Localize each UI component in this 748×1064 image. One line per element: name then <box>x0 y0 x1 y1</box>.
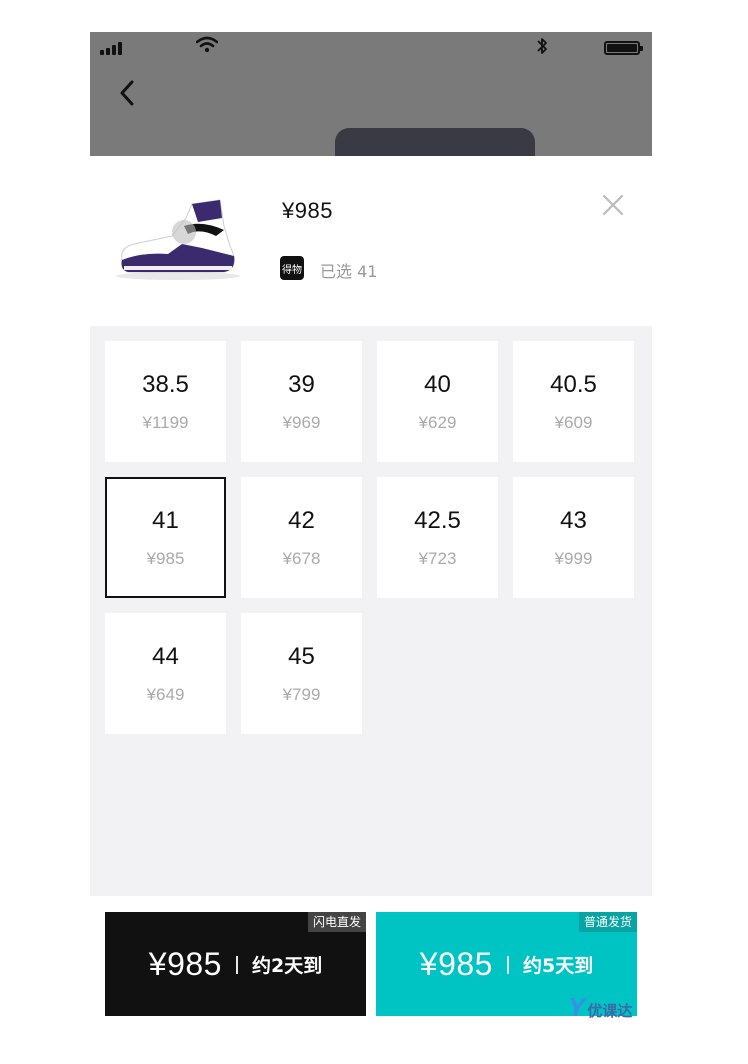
size-value: 40.5 <box>550 370 597 398</box>
fast-delivery-tag: 闪电直发 <box>307 912 366 932</box>
brand-logo-icon: 得物 <box>280 256 304 280</box>
size-selection-screen: ¥985 得物 已选 41 38.5 ¥1199 39 ¥969 40 ¥629 40… <box>90 32 652 1032</box>
size-grid-panel: 38.5 ¥1199 39 ¥969 40 ¥629 40.5 ¥609 41 ¥985 … <box>90 326 652 896</box>
size-price: ¥649 <box>146 684 185 704</box>
size-price: ¥629 <box>418 412 457 432</box>
size-price: ¥678 <box>282 548 321 568</box>
size-price: ¥799 <box>282 684 321 704</box>
size-option[interactable]: 40 ¥629 <box>377 341 498 462</box>
size-value: 43 <box>560 506 587 534</box>
size-value: 45 <box>288 642 315 670</box>
dimmed-product-header[interactable] <box>90 32 652 156</box>
battery-icon <box>604 41 643 55</box>
size-option[interactable]: 43 ¥999 <box>513 477 634 598</box>
size-value: 41 <box>152 506 179 534</box>
size-option[interactable]: 38.5 ¥1199 <box>105 341 226 462</box>
size-grid: 38.5 ¥1199 39 ¥969 40 ¥629 40.5 ¥609 41 ¥985 … <box>105 341 637 734</box>
size-value: 44 <box>152 642 179 670</box>
size-option-selected[interactable]: 41 ¥985 <box>105 477 226 598</box>
size-option[interactable]: 42 ¥678 <box>241 477 362 598</box>
close-icon <box>602 194 624 216</box>
size-value: 38.5 <box>142 370 189 398</box>
watermark-logo-icon: Y <box>568 992 586 1022</box>
size-price: ¥999 <box>554 548 593 568</box>
fast-delivery-eta: 约2天到 <box>251 955 323 977</box>
normal-delivery-price: ¥985 <box>419 946 493 982</box>
chevron-left-icon <box>120 80 134 106</box>
product-thumbnail <box>112 196 244 282</box>
normal-delivery-eta: 约5天到 <box>522 955 594 977</box>
product-summary: ¥985 得物 已选 41 <box>90 156 652 326</box>
size-price: ¥1199 <box>142 412 189 432</box>
size-option[interactable]: 44 ¥649 <box>105 613 226 734</box>
bluetooth-icon <box>536 36 548 61</box>
size-value: 42.5 <box>414 506 461 534</box>
background-shoe-image <box>335 128 535 156</box>
size-price: ¥609 <box>554 412 593 432</box>
size-option[interactable]: 42.5 ¥723 <box>377 477 498 598</box>
watermark-logo: Y 优课达 <box>568 994 632 1020</box>
close-button[interactable] <box>600 192 626 218</box>
selected-price: ¥985 <box>282 198 333 223</box>
watermark-text: 优课达 <box>587 1002 633 1020</box>
fast-delivery-price: ¥985 <box>148 946 222 982</box>
signal-icon <box>100 42 122 55</box>
size-value: 40 <box>424 370 451 398</box>
size-price: ¥969 <box>282 412 321 432</box>
selected-size-label: 已选 41 <box>320 262 378 281</box>
normal-delivery-tag: 普通发货 <box>578 912 637 932</box>
wifi-icon <box>195 36 219 59</box>
divider <box>506 955 509 974</box>
size-price: ¥985 <box>146 548 185 568</box>
back-button[interactable] <box>116 78 138 108</box>
size-option[interactable]: 45 ¥799 <box>241 613 362 734</box>
size-value: 42 <box>288 506 315 534</box>
size-option[interactable]: 39 ¥969 <box>241 341 362 462</box>
size-option[interactable]: 40.5 ¥609 <box>513 341 634 462</box>
size-value: 39 <box>288 370 315 398</box>
size-price: ¥723 <box>418 548 457 568</box>
status-bar <box>90 32 652 62</box>
divider <box>235 955 238 974</box>
buy-fast-delivery-button[interactable]: 闪电直发 ¥985 约2天到 <box>105 912 366 1016</box>
